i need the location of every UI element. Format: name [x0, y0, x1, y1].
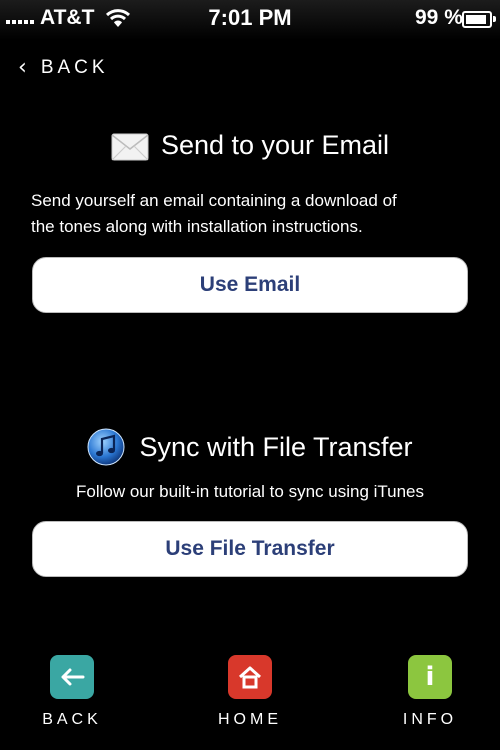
info-icon: i	[408, 655, 452, 699]
email-description: Send yourself an email containing a down…	[31, 188, 397, 240]
itunes-icon	[87, 428, 125, 466]
envelope-icon	[111, 133, 149, 160]
status-bar: AT&T 7:01 PM 99 %	[0, 0, 500, 40]
transfer-description: Follow our built-in tutorial to sync usi…	[75, 482, 425, 501]
back-label: BACK	[40, 56, 109, 78]
email-title-text: Send to your Email	[160, 130, 390, 160]
arrow-left-icon	[50, 655, 94, 699]
nav-home-label: HOME	[218, 711, 282, 728]
chevron-left-icon: ‹	[18, 55, 27, 80]
nav-info-label: INFO	[402, 711, 458, 728]
email-description-line2: the tones along with installation instru…	[31, 217, 363, 236]
use-email-button[interactable]: Use Email	[32, 257, 468, 313]
email-section-title: Send to your Email	[0, 130, 500, 161]
battery-icon	[462, 11, 496, 28]
battery-percentage: 99 %	[415, 6, 463, 29]
nav-back-label: BACK	[42, 711, 102, 728]
nav-back-button[interactable]: BACK	[22, 655, 122, 729]
use-file-transfer-button[interactable]: Use File Transfer	[32, 521, 468, 577]
transfer-title-text: Sync with File Transfer	[139, 431, 413, 462]
back-link[interactable]: ‹ BACK	[18, 55, 109, 80]
nav-home-button[interactable]: HOME	[200, 655, 300, 729]
home-icon	[228, 655, 272, 699]
nav-info-button[interactable]: i INFO	[380, 655, 480, 729]
email-description-line1: Send yourself an email containing a down…	[31, 191, 397, 210]
transfer-section-title: Sync with File Transfer	[0, 428, 500, 466]
